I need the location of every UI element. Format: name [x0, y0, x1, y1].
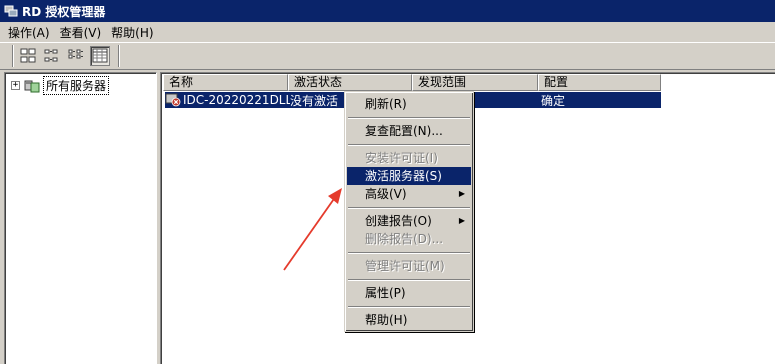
- menu-action[interactable]: 操作(A): [4, 24, 56, 41]
- menu-separator: [347, 203, 471, 212]
- tree-label-all-servers: 所有服务器: [43, 76, 110, 95]
- tree-pane: + 所有服务器: [4, 72, 157, 364]
- annotation-arrow-icon: [283, 188, 342, 271]
- menu-item-advanced[interactable]: 高级(V) ▶: [347, 185, 471, 203]
- tree-node-all-servers[interactable]: + 所有服务器: [11, 76, 110, 95]
- servers-icon: [24, 80, 40, 92]
- details-view-button[interactable]: [90, 46, 110, 66]
- menu-item-activate-server[interactable]: 激活服务器(S): [347, 167, 471, 185]
- menu-item-review-config[interactable]: 复查配置(N)...: [347, 122, 471, 140]
- menu-separator: [347, 302, 471, 311]
- menu-item-delete-report: 删除报告(D)...: [365, 232, 444, 246]
- app-icon: [4, 5, 18, 17]
- menu-separator: [347, 140, 471, 149]
- menu-separator: [347, 275, 471, 284]
- small-icons-icon: [44, 49, 58, 62]
- toolbar: [0, 42, 775, 70]
- submenu-arrow-icon: ▶: [458, 216, 465, 225]
- menu-item-install-licenses: 安装许可证(I): [365, 151, 438, 165]
- large-icons-button[interactable]: [18, 46, 38, 66]
- menu-item-help[interactable]: 帮助(H): [347, 311, 471, 329]
- context-menu: 刷新(R) 复查配置(N)... 安装许可证(I) 激活服务器(S) 高级(V)…: [344, 91, 474, 332]
- menu-item-create-report[interactable]: 创建报告(O) ▶: [347, 212, 471, 230]
- column-header-config[interactable]: 配置: [538, 74, 661, 91]
- tree-expander[interactable]: +: [11, 81, 20, 90]
- cell-name: IDC-20220221DLL: [183, 93, 290, 107]
- toolbar-separator: [118, 45, 120, 67]
- menu-item-properties[interactable]: 属性(P): [347, 284, 471, 302]
- column-header-scope[interactable]: 发现范围: [412, 74, 538, 91]
- window-title: RD 授权管理器: [22, 4, 106, 19]
- menu-item-create-report-label: 创建报告(O): [365, 214, 432, 228]
- submenu-arrow-icon: ▶: [458, 189, 465, 198]
- list-view-button[interactable]: [66, 46, 86, 66]
- toolbar-grip: [12, 45, 14, 67]
- menu-view[interactable]: 查看(V): [56, 24, 108, 41]
- menu-item-advanced-label: 高级(V): [365, 187, 407, 201]
- column-header-status[interactable]: 激活状态: [288, 74, 412, 91]
- list-view-icon: [68, 49, 83, 59]
- menu-bar: 操作(A) 查看(V) 帮助(H): [0, 22, 775, 42]
- menu-help[interactable]: 帮助(H): [107, 24, 159, 41]
- menu-item-manage-licenses: 管理许可证(M): [365, 259, 445, 273]
- title-bar: RD 授权管理器: [0, 0, 775, 22]
- menu-separator: [347, 113, 471, 122]
- menu-separator: [347, 248, 471, 257]
- server-error-icon: [165, 93, 181, 107]
- details-view-icon: [92, 48, 108, 63]
- menu-item-refresh[interactable]: 刷新(R): [347, 95, 471, 113]
- small-icons-button[interactable]: [42, 46, 62, 66]
- large-icons-icon: [20, 48, 36, 63]
- column-header-name[interactable]: 名称: [163, 74, 288, 91]
- cell-config: 确定: [541, 93, 566, 108]
- list-header: 名称 激活状态 发现范围 配置: [163, 74, 661, 91]
